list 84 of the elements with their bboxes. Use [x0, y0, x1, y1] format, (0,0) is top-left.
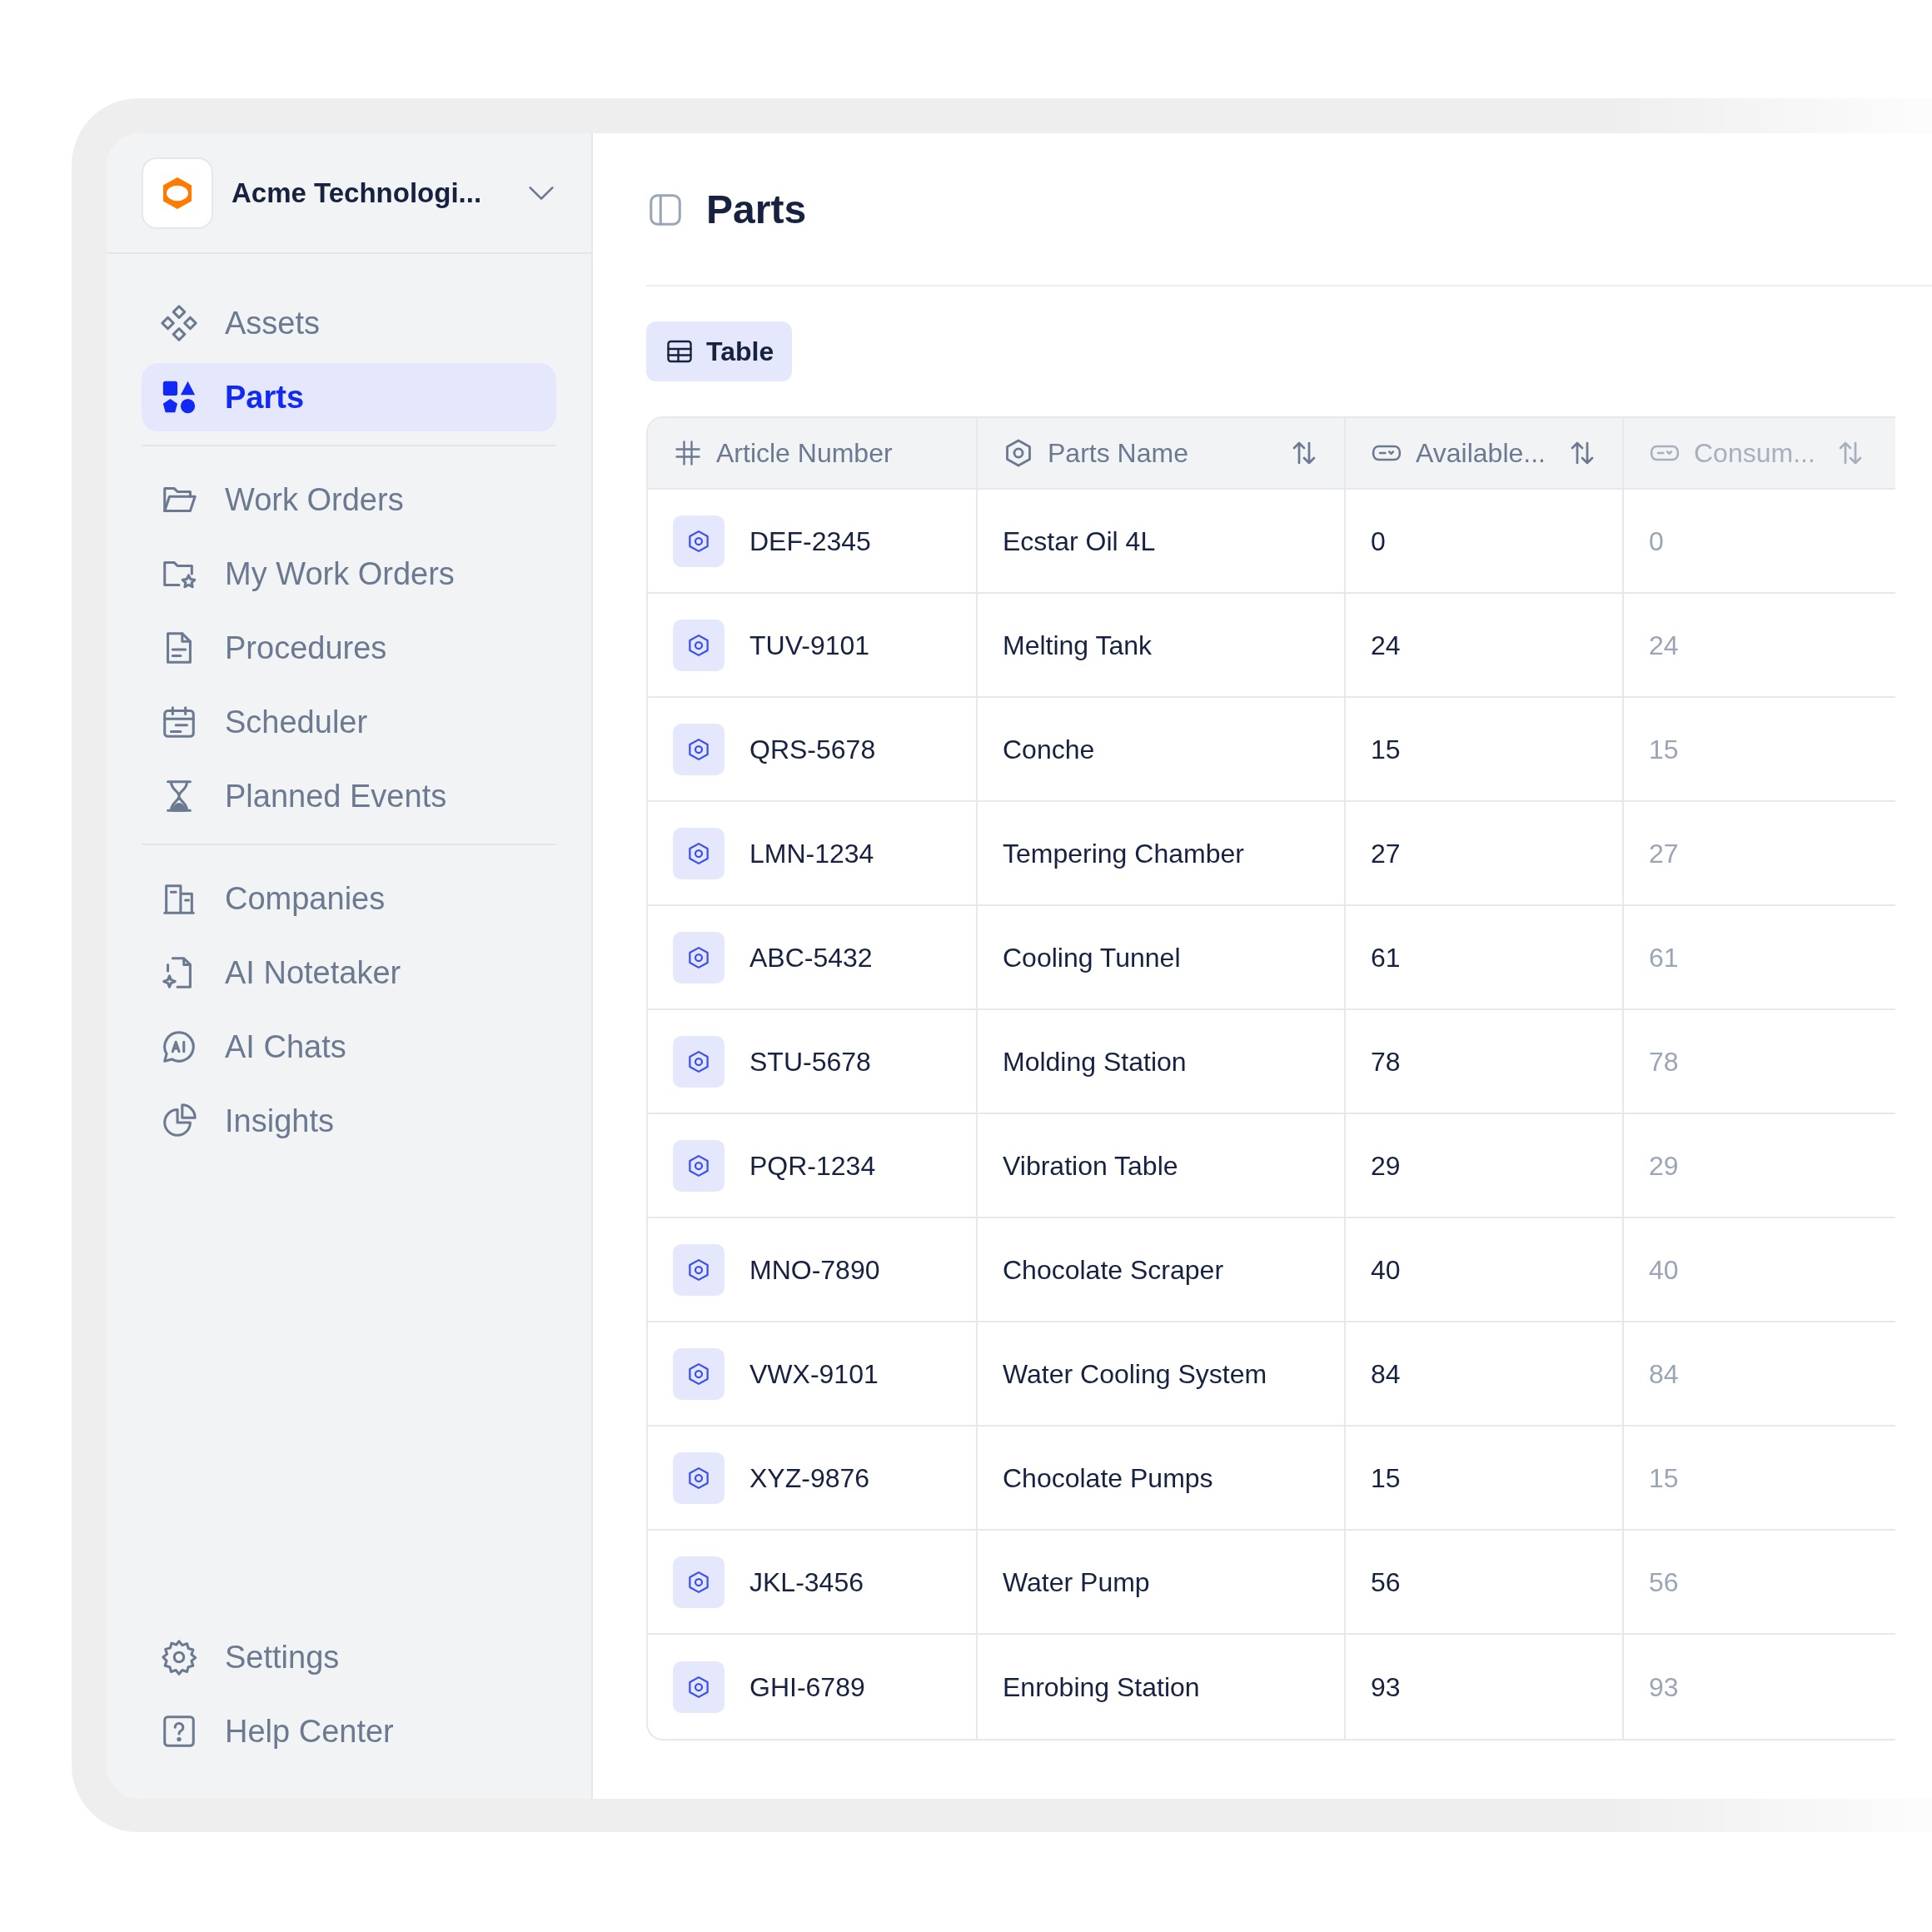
part-icon [673, 1661, 724, 1713]
sidebar-item[interactable]: Settings [142, 1623, 556, 1691]
table-cell-text: GHI-6789 [749, 1671, 865, 1704]
sidebar-item[interactable]: Work Orders [142, 466, 556, 534]
table-cell-text: 15 [1371, 733, 1401, 766]
diamonds-icon [160, 304, 198, 342]
sidebar-item[interactable]: AI Notetaker [142, 939, 556, 1007]
column-header[interactable]: Article Number [648, 418, 978, 488]
organization-name[interactable]: Acme Technologi... [232, 172, 506, 214]
table-cell-text: 84 [1371, 1357, 1401, 1391]
table-cell-text: 29 [1649, 1149, 1679, 1183]
sidebar-item[interactable]: My Work Orders [142, 540, 556, 608]
table-cell-text: ABC-5432 [749, 941, 873, 974]
gear-icon [160, 1638, 198, 1676]
table-cell-text: PQR-1234 [749, 1149, 876, 1183]
part-icon [673, 1243, 724, 1296]
part-icon [673, 1347, 724, 1400]
table-cell-text: Ecstar Oil 4L [1003, 525, 1156, 558]
table-cell-text: 56 [1649, 1566, 1679, 1599]
table-cell-text: XYZ-9876 [749, 1461, 870, 1495]
table-cell-text: MNO-7890 [749, 1253, 880, 1287]
table-cell-text: Chocolate Pumps [1003, 1461, 1213, 1495]
sidebar-item[interactable]: Companies [142, 864, 556, 933]
table-cell-text: Water Pump [1003, 1566, 1150, 1599]
table-cell-text: 0 [1371, 525, 1386, 558]
sidebar-item[interactable]: Assets [142, 289, 556, 357]
table-cell-text: Conche [1003, 733, 1095, 766]
table-cell-text: VWX-9101 [749, 1357, 879, 1391]
table-cell-text: 78 [1371, 1045, 1401, 1078]
sidebar-item[interactable]: Help Center [142, 1697, 556, 1765]
table-cell-text: 15 [1371, 1461, 1401, 1495]
table-cell-text: 24 [1371, 629, 1401, 662]
table-cell-text: Melting Tank [1003, 629, 1153, 662]
table-cell-text: 40 [1649, 1253, 1679, 1287]
part-icon [673, 1035, 724, 1088]
table-cell-text: Cooling Tunnel [1003, 941, 1181, 974]
table-cell-text: Enrobing Station [1003, 1671, 1200, 1704]
table-cell-text: 0 [1649, 525, 1664, 558]
table-cell-text: STU-5678 [749, 1045, 871, 1078]
part-icon [673, 1556, 724, 1608]
part-icon [673, 1139, 724, 1192]
part-icon [673, 619, 724, 671]
table-cell-text: 40 [1371, 1253, 1401, 1287]
table-cell-text: 24 [1649, 629, 1679, 662]
table-cell-text: JKL-3456 [749, 1566, 864, 1599]
logo-icon [142, 157, 213, 229]
table-cell-text: QRS-5678 [749, 733, 876, 766]
sidebar-item[interactable]: Insights [142, 1087, 556, 1155]
table-cell-text: 61 [1371, 941, 1401, 974]
column-header[interactable]: Consum... [1624, 418, 1890, 488]
sidebar-item[interactable]: AI Chats [142, 1013, 556, 1081]
table-cell-text: 15 [1649, 1461, 1679, 1495]
table-cell-text: TUV-9101 [749, 629, 870, 662]
table-cell-text: 84 [1649, 1357, 1679, 1391]
view-tab[interactable]: Table [646, 321, 793, 381]
part-icon [673, 515, 724, 567]
part-icon [673, 827, 724, 879]
table-cell-text: Chocolate Scraper [1003, 1253, 1224, 1287]
table-cell-text: 56 [1371, 1566, 1401, 1599]
sidebar-item[interactable]: Scheduler [142, 688, 556, 756]
hash-icon [673, 438, 703, 468]
table-cell-text: Molding Station [1003, 1045, 1187, 1078]
sidebar-item[interactable]: Planned Events [142, 762, 556, 830]
table-cell-text: 27 [1371, 837, 1401, 870]
table-cell-text: DEF-2345 [749, 525, 871, 558]
column-header[interactable]: Parts Name [978, 418, 1346, 488]
part-icon [673, 931, 724, 983]
table-cell-text: Vibration Table [1003, 1149, 1178, 1183]
page-title: Parts [706, 187, 807, 233]
table-cell-text: 93 [1649, 1671, 1679, 1704]
table-cell-text: 29 [1371, 1149, 1401, 1183]
table-cell-text: Tempering Chamber [1003, 837, 1244, 870]
part-icon [673, 723, 724, 775]
table-cell-text: 93 [1371, 1671, 1401, 1704]
part-icon [673, 1451, 724, 1504]
column-header[interactable]: Available... [1346, 418, 1624, 488]
table-cell-text: LMN-1234 [749, 837, 874, 870]
table-cell-text: Water Cooling System [1003, 1357, 1267, 1391]
sidebar-item[interactable]: Parts [142, 363, 556, 431]
table-cell-text: 27 [1649, 837, 1679, 870]
table-cell-text: 15 [1649, 733, 1679, 766]
table-cell-text: 78 [1649, 1045, 1679, 1078]
table-cell-text: 61 [1649, 941, 1679, 974]
sidebar-item[interactable]: Procedures [142, 614, 556, 682]
